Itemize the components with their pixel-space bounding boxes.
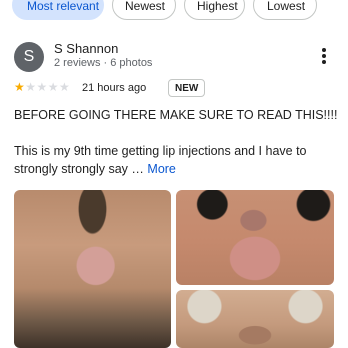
author-name[interactable]: S Shannon — [54, 41, 118, 56]
review-timestamp: 21 hours ago — [82, 82, 147, 94]
review-body: This is my 9th time getting lip injectio… — [14, 142, 344, 178]
sort-chip-highest[interactable]: Highest — [184, 0, 245, 20]
new-badge: NEW — [168, 79, 206, 97]
star-rating: ★★★★★ — [14, 80, 70, 94]
review-title: BEFORE GOING THERE MAKE SURE TO READ THI… — [14, 108, 338, 122]
rating-row: ★★★★★ 21 hours ago NEW — [14, 79, 336, 98]
review-photo-nose-closeup[interactable] — [176, 290, 334, 348]
sort-chip-lowest[interactable]: Lowest — [253, 0, 317, 20]
review-photo-lips-closeup[interactable] — [14, 190, 171, 348]
star-icon: ★★★★ — [25, 80, 71, 94]
sort-chip-newest[interactable]: Newest — [112, 0, 176, 20]
sort-chip-most-relevant[interactable]: Most relevant — [12, 0, 104, 20]
author-meta: 2 reviews · 6 photos — [54, 57, 153, 69]
sort-chip-row: Most relevant Newest Highest Lowest — [12, 0, 317, 20]
star-icon: ★ — [14, 80, 26, 94]
review-photo-face-smile[interactable] — [176, 190, 334, 285]
more-link[interactable]: More — [147, 162, 175, 176]
avatar[interactable]: S — [14, 42, 44, 72]
review-header: S S Shannon 2 reviews · 6 photos — [14, 38, 336, 78]
more-vert-icon[interactable] — [322, 48, 326, 64]
